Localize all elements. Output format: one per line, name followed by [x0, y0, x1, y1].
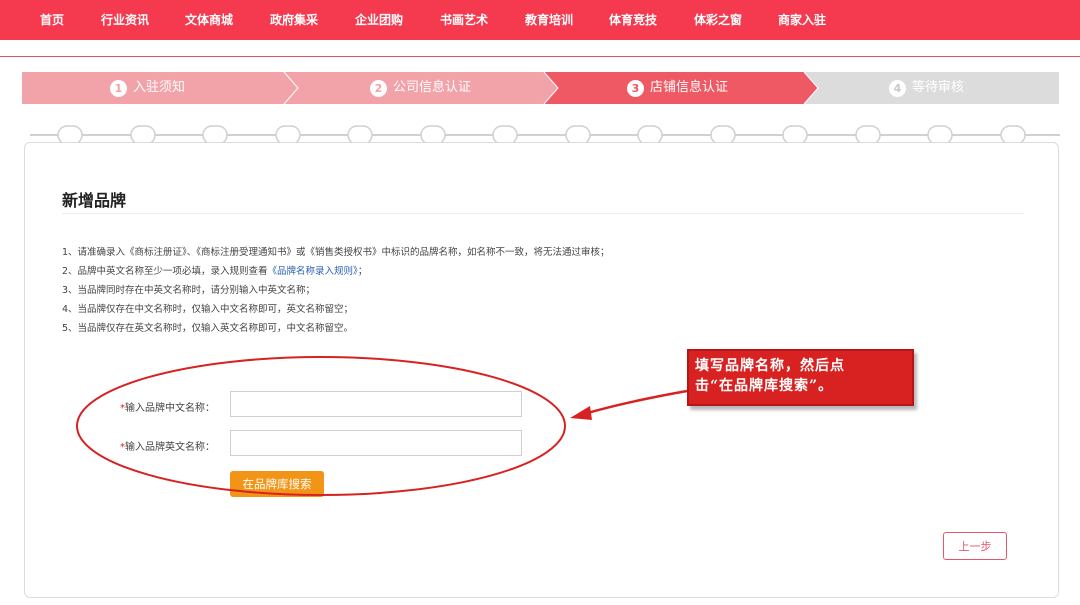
arrow-head — [570, 406, 592, 420]
annotation-callout: 填写品牌名称，然后点 击“在品牌库搜索”。 — [687, 349, 914, 406]
highlight-ellipse — [76, 356, 566, 496]
annotation-line-2: 击“在品牌库搜索”。 — [695, 378, 834, 394]
arrow-shaft — [583, 389, 688, 416]
annotation-overlay — [76, 356, 688, 496]
annotation-line-1: 填写品牌名称，然后点 — [695, 358, 845, 374]
